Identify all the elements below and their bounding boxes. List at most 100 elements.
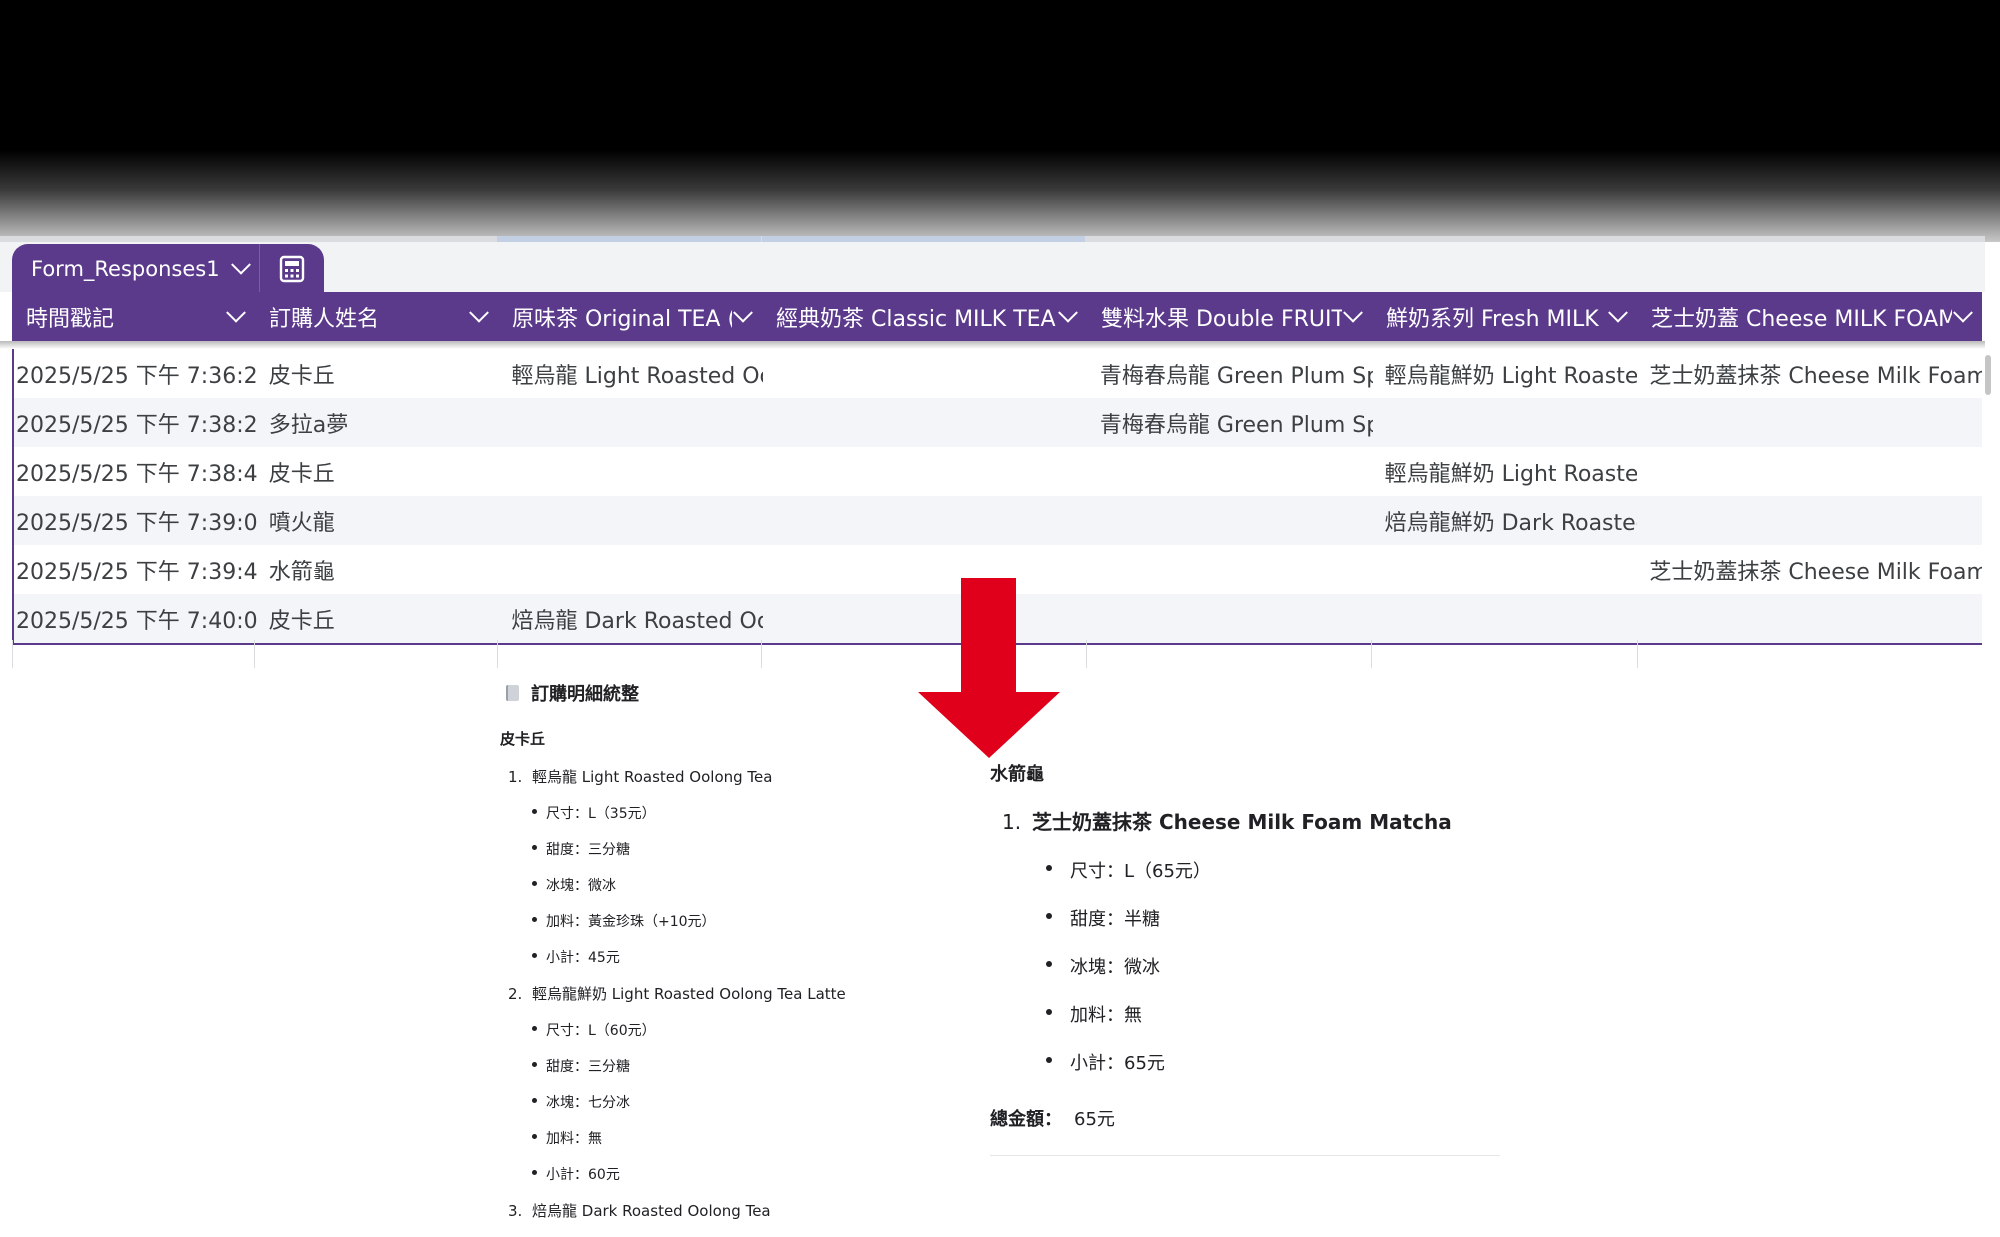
table-cell[interactable] (1373, 398, 1638, 447)
table-cell[interactable]: 多拉a夢 (257, 398, 500, 447)
summary-heading-text: 訂購明細統整 (531, 684, 639, 705)
order-item: 3. 焙烏龍 Dark Roasted Oolong Tea (508, 1200, 918, 1221)
table-cell[interactable] (1637, 398, 1982, 447)
sheet-tab[interactable]: Form_Responses1 (12, 244, 324, 293)
table-cell[interactable] (1088, 447, 1373, 496)
table-cell[interactable] (763, 496, 1088, 545)
table-cell[interactable]: 焙烏龍鮮奶 Dark Roasted ( (1373, 496, 1638, 545)
table-cell[interactable]: 芝士奶蓋抹茶 Cheese Milk Foam M (1637, 545, 1982, 594)
column-header[interactable]: 經典奶茶 Classic MILK TEA ( (762, 292, 1087, 341)
column-header-label: 訂購人姓名 (269, 306, 380, 332)
table-cell[interactable]: 2025/5/25 下午 7:36:26 (14, 349, 257, 398)
screenshot-top-dark-band (0, 0, 2000, 242)
table-cell[interactable] (1088, 496, 1373, 545)
table-cell[interactable] (500, 545, 764, 594)
grid-line (1637, 640, 1638, 668)
table-row[interactable]: 2025/5/25 下午 7:36:26 皮卡丘 輕烏龍 Light Roasted… (14, 349, 1982, 398)
grid-line (1371, 640, 1372, 668)
table-cell[interactable] (1088, 545, 1373, 594)
table-cell[interactable] (763, 349, 1088, 398)
red-down-arrow-icon (918, 578, 1060, 758)
table-cell[interactable] (1373, 545, 1638, 594)
table-cell[interactable]: 皮卡丘 (257, 349, 500, 398)
chevron-down-icon[interactable] (733, 302, 753, 323)
order-item-detail: 小計：45元 (532, 947, 918, 967)
table-cell[interactable]: 2025/5/25 下午 7:38:20 (14, 398, 257, 447)
order-summary-left: 訂購明細統整 皮卡丘 1. 輕烏龍 Light Roasted Oolong Te… (498, 680, 918, 1237)
calculator-icon[interactable] (260, 244, 324, 293)
column-header[interactable]: 原味茶 Original TEA (請 (498, 292, 762, 341)
table-cell[interactable]: 芝士奶蓋抹茶 Cheese Milk Foam M (1637, 349, 1982, 398)
table-cell[interactable] (1637, 594, 1982, 643)
chevron-down-icon[interactable] (230, 254, 251, 275)
table-cell[interactable]: 焙烏龍 Dark Roasted Oolo (500, 594, 764, 643)
table-row[interactable]: 2025/5/25 下午 7:38:20 多拉a夢 青梅春烏龍 Green Plum… (14, 398, 1982, 447)
total-value: 65元 (1074, 1109, 1115, 1130)
column-header[interactable]: 鮮奶系列 Fresh MILK ( (1372, 292, 1637, 341)
order-item-detail: 甜度：三分糖 (532, 839, 918, 859)
order-item-detail: 尺寸：L（60元） (532, 1020, 918, 1040)
table-cell[interactable]: 2025/5/25 下午 7:38:43 (14, 447, 257, 496)
order-item-number: 2. (508, 985, 523, 1003)
order-item-detail: 加料：無 (532, 1128, 918, 1148)
order-item-detail: 甜度：三分糖 (532, 1056, 918, 1076)
table-row[interactable]: 2025/5/25 下午 7:39:02 噴火龍 焙烏龍鮮奶 Dark Roaste… (14, 496, 1982, 545)
order-item: 1. 芝士奶蓋抹茶 Cheese Milk Foam Matcha (1002, 806, 1510, 835)
header-shadow (0, 341, 1985, 349)
column-header[interactable]: 訂購人姓名 (255, 292, 498, 341)
table-cell[interactable]: 青梅春烏龍 Green Plum Sprir (1088, 349, 1373, 398)
chevron-down-icon[interactable] (1953, 302, 1973, 323)
divider (990, 1155, 1500, 1156)
table-cell[interactable] (500, 447, 764, 496)
order-item: 1. 輕烏龍 Light Roasted Oolong Tea (508, 766, 918, 787)
order-item-detail: 尺寸：L（65元） (1046, 857, 1510, 883)
table-cell[interactable] (763, 447, 1088, 496)
table-cell[interactable]: 水箭龜 (257, 545, 500, 594)
table-cell[interactable] (1373, 594, 1638, 643)
table-cell[interactable]: 青梅春烏龍 Green Plum Sprir (1088, 398, 1373, 447)
table-row[interactable]: 2025/5/25 下午 7:38:43 皮卡丘 輕烏龍鮮奶 Light Roast… (14, 447, 1982, 496)
table-cell[interactable]: 皮卡丘 (257, 594, 500, 643)
order-summary-right: 水箭龜 1. 芝士奶蓋抹茶 Cheese Milk Foam Matcha 尺寸：L… (990, 760, 1510, 1156)
order-total: 總金額： 65元 (990, 1105, 1510, 1131)
order-item-detail: 冰塊：七分冰 (532, 1092, 918, 1112)
customer-name: 水箭龜 (990, 764, 1044, 785)
order-items: 1. 芝士奶蓋抹茶 Cheese Milk Foam Matcha 尺寸：L（65元… (990, 806, 1510, 1075)
table-cell[interactable] (500, 398, 764, 447)
table-cell[interactable]: 輕烏龍鮮奶 Light Roasted (1373, 349, 1638, 398)
tab-form-responses[interactable]: Form_Responses1 (12, 244, 260, 293)
table-cell[interactable]: 噴火龍 (257, 496, 500, 545)
table-cell[interactable]: 輕烏龍鮮奶 Light Roasted (1373, 447, 1638, 496)
chevron-down-icon[interactable] (1058, 302, 1078, 323)
table-cell[interactable]: 2025/5/25 下午 7:39:43 (14, 545, 257, 594)
table-cell[interactable]: 2025/5/25 下午 7:40:01 (14, 594, 257, 643)
column-header[interactable]: 芝士奶蓋 Cheese MILK FOAM ( (1637, 292, 1982, 341)
order-item-detail: 冰塊：微冰 (532, 875, 918, 895)
column-header-label: 原味茶 Original TEA (請 (512, 306, 732, 332)
table-cell[interactable] (1637, 496, 1982, 545)
order-item-name: 芝士奶蓋抹茶 Cheese Milk Foam Matcha (1032, 810, 1452, 834)
vertical-scrollbar[interactable] (1985, 355, 1991, 395)
chevron-down-icon[interactable] (226, 302, 246, 323)
summary-heading: 訂購明細統整 (498, 680, 918, 706)
chevron-down-icon[interactable] (1608, 302, 1628, 323)
table-cell[interactable]: 輕烏龍 Light Roasted Oolo (500, 349, 764, 398)
table-cell[interactable] (1637, 447, 1982, 496)
column-header[interactable]: 時間戳記 (12, 292, 255, 341)
column-header-label: 鮮奶系列 Fresh MILK ( (1386, 306, 1607, 332)
column-header-label: 芝士奶蓋 Cheese MILK FOAM ( (1651, 306, 1952, 332)
table-cell[interactable] (1088, 594, 1373, 643)
column-header[interactable]: 雙料水果 Double FRUIT ( (1087, 292, 1372, 341)
order-item-number: 1. (1002, 810, 1022, 834)
chevron-down-icon[interactable] (1343, 302, 1363, 323)
table-cell[interactable] (500, 496, 764, 545)
order-item-detail: 小計：65元 (1046, 1049, 1510, 1075)
table-cell[interactable] (763, 398, 1088, 447)
order-item: 2. 輕烏龍鮮奶 Light Roasted Oolong Tea Latte (508, 983, 918, 1004)
table-cell[interactable]: 2025/5/25 下午 7:39:02 (14, 496, 257, 545)
column-header-label: 經典奶茶 Classic MILK TEA ( (776, 306, 1057, 332)
order-item-detail: 小計：60元 (532, 1164, 918, 1184)
grid-line (497, 640, 498, 668)
chevron-down-icon[interactable] (469, 302, 489, 323)
table-cell[interactable]: 皮卡丘 (257, 447, 500, 496)
